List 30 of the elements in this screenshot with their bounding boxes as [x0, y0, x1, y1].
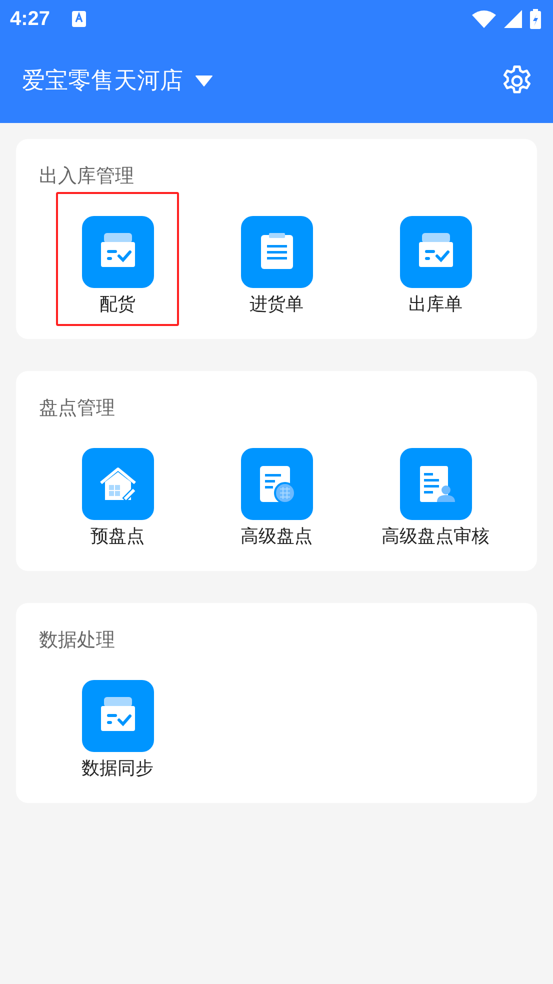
tile-label[interactable]: 出库单 [408, 292, 462, 316]
tile-label[interactable]: 高级盘点审核 [382, 524, 490, 548]
clipboard-icon[interactable] [240, 216, 312, 288]
stamp-icon[interactable] [240, 448, 312, 520]
tile-label[interactable]: 高级盘点 [240, 524, 312, 548]
battery-icon [530, 9, 541, 29]
section-title: 数据处理 [39, 629, 115, 653]
store-name[interactable]: 爱宝零售天河店 [22, 65, 183, 96]
dropdown-caret-icon[interactable] [195, 74, 213, 86]
menu-tile[interactable]: 高级盘点 [215, 424, 338, 558]
menu-tile[interactable]: 进货单 [215, 192, 338, 326]
tile-label[interactable]: 数据同步 [82, 756, 154, 780]
section-title: 出入库管理 [39, 165, 134, 189]
box-icon[interactable] [82, 216, 154, 288]
menu-tile[interactable]: 预盘点 [56, 424, 179, 558]
person-icon[interactable] [400, 448, 472, 520]
house-icon[interactable] [82, 448, 154, 520]
box-icon[interactable] [400, 216, 472, 288]
menu-tile[interactable]: 数据同步 [56, 656, 179, 790]
wifi-icon [472, 10, 496, 28]
status-time: 4:27 [10, 8, 50, 30]
box-icon[interactable] [82, 680, 154, 752]
menu-tile[interactable]: 出库单 [374, 192, 497, 326]
menu-tile[interactable]: 高级盘点审核 [374, 424, 497, 558]
signal-icon [504, 10, 522, 28]
section-title: 盘点管理 [39, 397, 115, 421]
tile-label[interactable]: 预盘点 [90, 524, 144, 548]
keyboard-notification-icon [72, 11, 86, 27]
tile-label[interactable]: 进货单 [250, 292, 304, 316]
tile-label[interactable]: 配货 [100, 292, 136, 316]
